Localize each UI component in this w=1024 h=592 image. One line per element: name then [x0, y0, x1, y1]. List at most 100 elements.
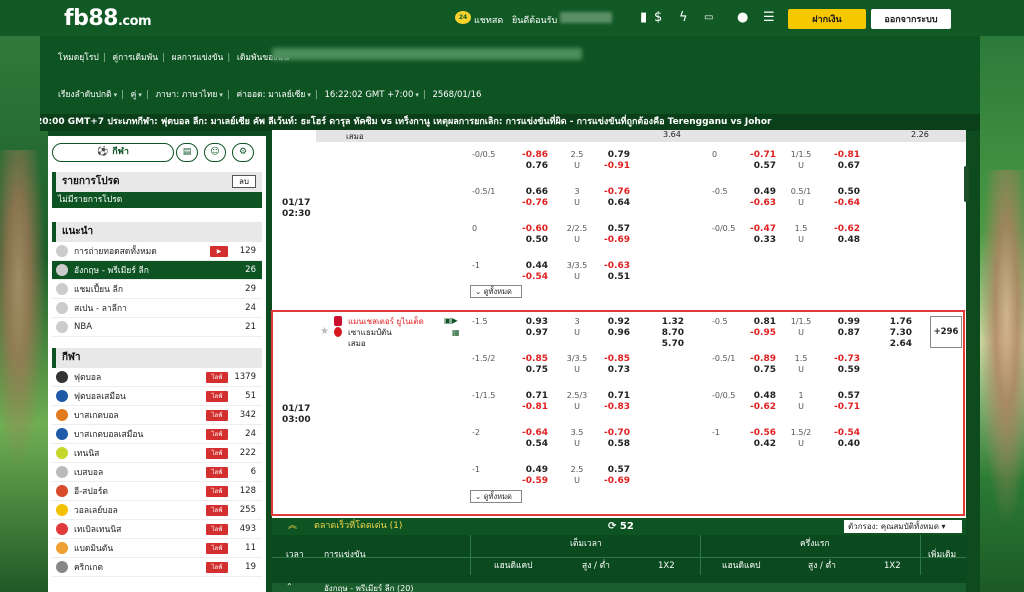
- half-over-odds[interactable]: -0.73: [834, 354, 860, 364]
- site-logo[interactable]: fb88.com: [64, 6, 152, 31]
- handicap-odds-home[interactable]: -0.86: [522, 150, 548, 160]
- under-odds[interactable]: 0.64: [604, 198, 630, 208]
- half-handicap-odds-home[interactable]: -0.47: [750, 224, 776, 234]
- currency-dropdown[interactable]: ค่าออด: มาเลย์เซีย ▾: [236, 90, 310, 100]
- half-over-odds[interactable]: 0.50: [834, 187, 860, 197]
- x12-full-odds[interactable]: 5.70: [658, 339, 684, 349]
- handicap-odds-away[interactable]: 0.50: [522, 235, 548, 245]
- sport-live-badge[interactable]: ไลฟ์: [206, 428, 228, 440]
- sport-item[interactable]: บาสเกตบอลเสมือน ไลฟ์ 24: [52, 425, 262, 444]
- half-handicap-odds-home[interactable]: 0.49: [750, 187, 776, 197]
- under-odds[interactable]: -0.83: [604, 402, 630, 412]
- refresh-counter[interactable]: ⟳ 52: [608, 518, 634, 535]
- under-odds[interactable]: 0.73: [604, 365, 630, 375]
- betslip-tab-icon[interactable]: ▤: [176, 143, 198, 162]
- sport-live-badge[interactable]: ไลฟ์: [206, 485, 228, 497]
- account-tab-icon[interactable]: ☺: [204, 143, 226, 162]
- sport-live-badge[interactable]: ไลฟ์: [206, 561, 228, 573]
- view-all-button[interactable]: ⌄ ดูทั้งหมด: [470, 490, 522, 503]
- sport-item[interactable]: เบสบอล ไลฟ์ 6: [52, 463, 262, 482]
- language-dropdown[interactable]: ภาษา: ภาษาไทย ▾: [155, 90, 222, 100]
- sport-live-badge[interactable]: ไลฟ์: [206, 390, 228, 402]
- x12-full-odds[interactable]: 1.32: [658, 317, 684, 327]
- half-under-odds[interactable]: 0.67: [834, 161, 860, 171]
- league-row[interactable]: ⌃ อังกฤษ - พรีเมียร์ ลีก (20): [272, 582, 966, 592]
- sport-item[interactable]: เทนนิส ไลฟ์ 222: [52, 444, 262, 463]
- handicap-odds-home[interactable]: 0.49: [522, 465, 548, 475]
- sport-live-badge[interactable]: ไลฟ์: [206, 504, 228, 516]
- filter-dropdown[interactable]: ตัวกรอง: คุณสมบัติทั้งหมด ▾: [844, 520, 962, 533]
- half-handicap-odds-home[interactable]: -0.56: [750, 428, 776, 438]
- ticket-icon[interactable]: ▭: [704, 11, 713, 25]
- sport-live-badge[interactable]: ไลฟ์: [206, 409, 228, 421]
- half-handicap-odds-away[interactable]: 0.42: [750, 439, 776, 449]
- half-handicap-odds-away[interactable]: -0.62: [750, 402, 776, 412]
- half-under-odds[interactable]: 0.48: [834, 235, 860, 245]
- sport-item[interactable]: แบดมินตัน ไลฟ์ 11: [52, 539, 262, 558]
- handicap-odds-home[interactable]: 0.44: [522, 261, 548, 271]
- settings-gear-icon[interactable]: ⚙: [232, 143, 254, 162]
- over-odds[interactable]: -0.76: [604, 187, 630, 197]
- away-team-name[interactable]: เซาแธมป์ตัน: [348, 328, 392, 338]
- stats-icon[interactable]: ▦: [452, 328, 460, 337]
- half-under-odds[interactable]: 0.59: [834, 365, 860, 375]
- recommended-item[interactable]: อังกฤษ - พรีเมียร์ ลีก 26: [52, 261, 262, 280]
- user-icon[interactable]: ●: [737, 11, 748, 25]
- sport-live-badge[interactable]: ไลฟ์: [206, 466, 228, 478]
- sort-dropdown[interactable]: เรียงลำดับปกติ ▾: [58, 90, 117, 100]
- deposit-button[interactable]: ฝากเงิน: [788, 9, 866, 29]
- half-handicap-odds-home[interactable]: 0.81: [750, 317, 776, 327]
- over-odds[interactable]: 0.57: [604, 465, 630, 475]
- nav-european-mode[interactable]: โหมดยุโรป: [58, 53, 99, 63]
- sport-item[interactable]: ฟุตบอลเสมือน ไลฟ์ 51: [52, 387, 262, 406]
- under-odds[interactable]: 0.58: [604, 439, 630, 449]
- handicap-odds-away[interactable]: -0.81: [522, 402, 548, 412]
- under-odds[interactable]: -0.69: [604, 476, 630, 486]
- half-handicap-odds-home[interactable]: 0.48: [750, 391, 776, 401]
- live-stream-icon[interactable]: ▣▶: [444, 316, 458, 325]
- sports-tab[interactable]: ⚽ กีฬา: [52, 143, 174, 162]
- home-team-name[interactable]: แมนเชสเตอร์ ยูไนเต็ด: [348, 317, 424, 327]
- handicap-odds-home[interactable]: 0.66: [522, 187, 548, 197]
- collapse-chevron-icon[interactable]: ︽: [288, 518, 297, 535]
- nav-results[interactable]: ผลการแข่งขัน: [172, 53, 224, 63]
- under-odds[interactable]: 0.51: [604, 272, 630, 282]
- over-odds[interactable]: 0.79: [604, 150, 630, 160]
- x12-half-odds[interactable]: 7.30: [886, 328, 912, 338]
- sport-item[interactable]: เทเบิลเทนนิส ไลฟ์ 493: [52, 520, 262, 539]
- half-over-odds[interactable]: -0.81: [834, 150, 860, 160]
- over-odds[interactable]: 0.57: [604, 224, 630, 234]
- x12-half-odds[interactable]: 2.64: [886, 339, 912, 349]
- handicap-odds-away[interactable]: 0.76: [522, 161, 548, 171]
- x12-full-odds[interactable]: 8.70: [658, 328, 684, 338]
- half-handicap-odds-home[interactable]: -0.71: [750, 150, 776, 160]
- sport-item[interactable]: บาสเกตบอล ไลฟ์ 342: [52, 406, 262, 425]
- half-over-odds[interactable]: 0.57: [834, 391, 860, 401]
- half-handicap-odds-home[interactable]: -0.89: [750, 354, 776, 364]
- handicap-odds-away[interactable]: -0.54: [522, 272, 548, 282]
- over-odds[interactable]: 0.92: [604, 317, 630, 327]
- sport-item[interactable]: อี-สปอร์ต ไลฟ์ 128: [52, 482, 262, 501]
- favorite-star-icon[interactable]: ★: [320, 326, 329, 337]
- half-handicap-odds-away[interactable]: 0.57: [750, 161, 776, 171]
- over-odds[interactable]: -0.85: [604, 354, 630, 364]
- half-under-odds[interactable]: 0.40: [834, 439, 860, 449]
- handicap-odds-away[interactable]: 0.54: [522, 439, 548, 449]
- half-under-odds[interactable]: 0.87: [834, 328, 860, 338]
- over-odds[interactable]: -0.70: [604, 428, 630, 438]
- under-odds[interactable]: -0.91: [604, 161, 630, 171]
- vertical-scrollbar[interactable]: [964, 166, 969, 202]
- over-odds[interactable]: 0.71: [604, 391, 630, 401]
- under-odds[interactable]: 0.96: [604, 328, 630, 338]
- dollar-icon[interactable]: $: [654, 11, 662, 25]
- list-icon[interactable]: ☰: [763, 11, 775, 25]
- pair-dropdown[interactable]: คู่ ▾: [131, 90, 142, 100]
- nav-betting-pairs[interactable]: คู่การเดิมพัน: [112, 53, 158, 63]
- handicap-odds-away[interactable]: -0.76: [522, 198, 548, 208]
- sport-item[interactable]: คริกเกต ไลฟ์ 19: [52, 558, 262, 577]
- recommended-item[interactable]: แชมเปี้ยน ลีก 29: [52, 280, 262, 299]
- flash-icon[interactable]: ϟ: [679, 11, 688, 25]
- under-odds[interactable]: -0.69: [604, 235, 630, 245]
- half-over-odds[interactable]: -0.54: [834, 428, 860, 438]
- favorites-delete-button[interactable]: ลบ: [232, 175, 256, 188]
